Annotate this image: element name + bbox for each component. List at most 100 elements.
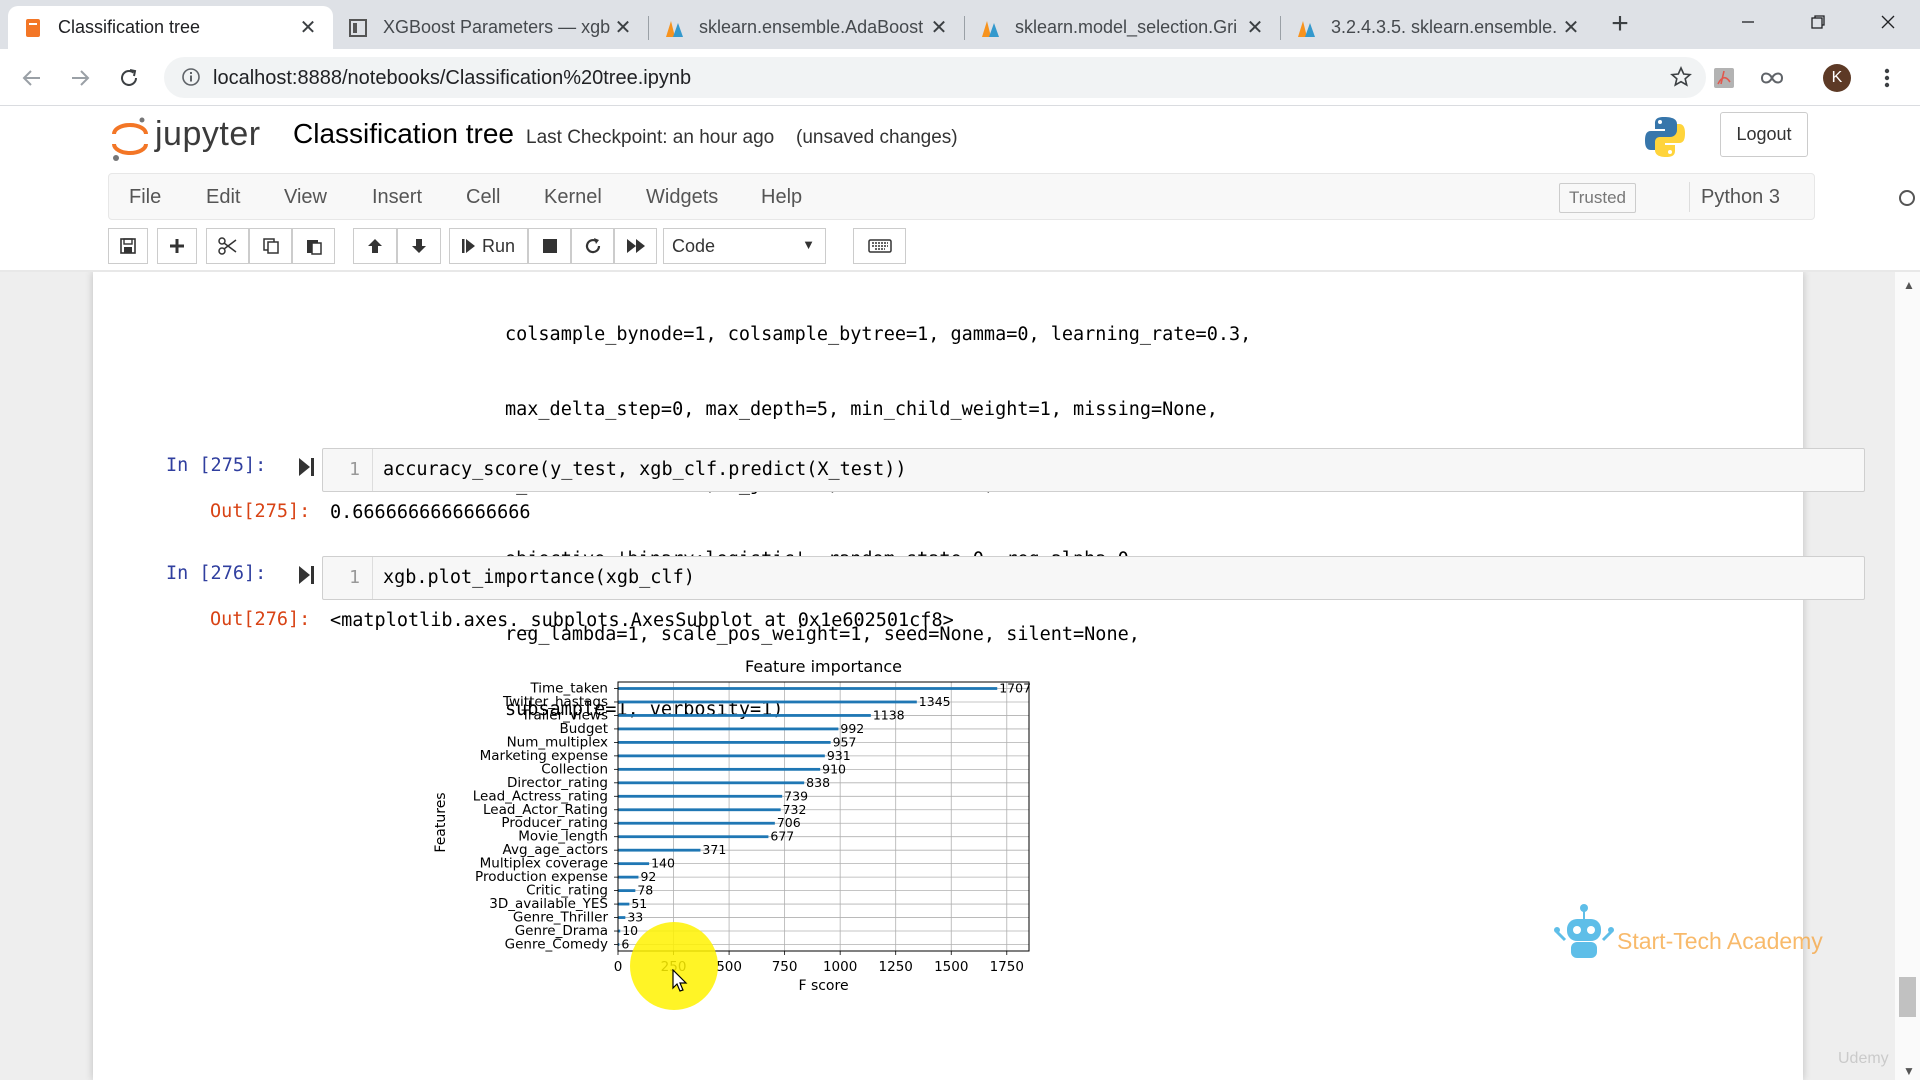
close-tab-icon[interactable]: ✕	[1244, 15, 1266, 40]
restart-run-all-button[interactable]	[614, 228, 657, 264]
menu-kernel[interactable]: Kernel	[544, 186, 602, 209]
bar-value-label: 1345	[919, 694, 951, 709]
profile-button[interactable]: K	[1820, 61, 1854, 95]
notebook-name[interactable]: Classification tree	[293, 118, 514, 150]
bar	[618, 700, 917, 704]
robot-logo-icon	[1554, 904, 1614, 958]
bar-value-label: 677	[770, 829, 794, 844]
output-line: max_delta_step=0, max_depth=5, min_child…	[505, 399, 1218, 420]
document-icon	[349, 18, 367, 37]
kernel-idle-icon	[1899, 190, 1915, 206]
bar	[618, 727, 839, 731]
insert-cell-button[interactable]	[157, 228, 197, 264]
close-tab-icon[interactable]: ✕	[612, 15, 634, 40]
cell-type-select[interactable]: Code ▼	[663, 228, 826, 264]
unsaved-indicator: (unsaved changes)	[796, 127, 958, 148]
extension-button[interactable]	[1755, 61, 1789, 95]
scroll-down-icon[interactable]: ▼	[1903, 1064, 1915, 1078]
axes-frame	[617, 681, 1030, 952]
save-icon	[120, 238, 136, 254]
restart-kernel-button[interactable]	[571, 228, 614, 264]
close-tab-icon[interactable]: ✕	[1560, 15, 1582, 40]
code-cell-input[interactable]: 1 xgb.plot_importance(xgb_clf)	[322, 556, 1865, 600]
run-button[interactable]: Run	[449, 228, 528, 264]
menu-widgets[interactable]: Widgets	[646, 186, 718, 209]
tab-sklearn-ensemble[interactable]: 3.2.4.3.5. sklearn.ensemble. ✕	[1281, 6, 1596, 49]
close-tab-icon[interactable]: ✕	[928, 15, 950, 40]
tab-sklearn-gridsearch[interactable]: sklearn.model_selection.Gri ✕	[965, 6, 1280, 49]
tab-xgboost-parameters[interactable]: XGBoost Parameters — xgb ✕	[333, 6, 648, 49]
back-arrow-icon	[22, 70, 40, 86]
notebook-site: colsample_bynode=1, colsample_bytree=1, …	[0, 272, 1920, 1080]
new-tab-button[interactable]: +	[1604, 8, 1636, 40]
bar	[618, 821, 775, 825]
menu-insert[interactable]: Insert	[372, 186, 422, 209]
back-button[interactable]	[15, 61, 49, 95]
x-tick-label: 1500	[934, 959, 968, 975]
run-cell-icon[interactable]	[298, 565, 316, 585]
page-scrollbar[interactable]: ▲ ▼	[1895, 272, 1920, 1080]
feature-importance-chart: 1707Time_taken1345Twitter_hastags1138Tra…	[433, 657, 1031, 994]
jupyter-header: jupyter Classification tree Last Checkpo…	[0, 106, 1920, 172]
run-cell-icon[interactable]	[298, 457, 316, 477]
paste-button[interactable]	[292, 228, 335, 264]
address-bar[interactable]: localhost:8888/notebooks/Classification%…	[164, 57, 1706, 98]
reload-icon	[121, 69, 137, 86]
bar	[618, 767, 821, 771]
line-number: 1	[323, 449, 373, 491]
close-icon	[1881, 15, 1895, 29]
menu-file[interactable]: File	[129, 186, 161, 209]
scissors-icon	[217, 237, 236, 255]
pdf-extension-button[interactable]	[1707, 61, 1741, 95]
move-up-button[interactable]	[353, 228, 397, 264]
url-text[interactable]: localhost:8888/notebooks/Classification%…	[213, 67, 691, 90]
minimize-icon	[1742, 21, 1754, 23]
cell-type-value: Code	[672, 236, 716, 256]
bar	[618, 740, 831, 744]
scroll-up-icon[interactable]: ▲	[1903, 278, 1915, 292]
notebook-menubar: File Edit View Insert Cell Kernel Widget…	[108, 173, 1915, 220]
x-tick-label: 500	[716, 959, 742, 975]
notebook-container: colsample_bynode=1, colsample_bytree=1, …	[93, 272, 1865, 1080]
output-line: colsample_bynode=1, colsample_bytree=1, …	[505, 324, 1252, 345]
menu-view[interactable]: View	[284, 186, 327, 209]
code-text[interactable]: accuracy_score(y_test, xgb_clf.predict(X…	[383, 449, 906, 491]
code-text[interactable]: xgb.plot_importance(xgb_clf)	[383, 557, 695, 599]
trusted-indicator[interactable]: Trusted	[1559, 183, 1636, 213]
minimize-button[interactable]	[1718, 0, 1778, 44]
paste-icon	[306, 240, 322, 255]
run-label: Run	[481, 235, 516, 256]
mouse-pointer-icon	[672, 969, 688, 992]
bar-value-label: 371	[702, 842, 726, 857]
move-down-button[interactable]	[397, 228, 441, 264]
bar	[618, 687, 998, 690]
close-tab-icon[interactable]: ✕	[297, 15, 319, 40]
tab-classification-tree[interactable]: Classification tree ✕	[8, 6, 333, 49]
x-tick-label: 750	[772, 959, 798, 975]
forward-button[interactable]	[63, 61, 97, 95]
close-window-button[interactable]	[1858, 0, 1918, 44]
cut-button[interactable]	[206, 228, 249, 264]
kernel-name[interactable]: Python 3	[1701, 186, 1780, 209]
restore-button[interactable]	[1788, 0, 1848, 44]
logout-button[interactable]: Logout	[1720, 112, 1808, 157]
menu-cell[interactable]: Cell	[466, 186, 500, 209]
scrollbar-thumb[interactable]	[1899, 977, 1916, 1017]
menu-edit[interactable]: Edit	[206, 186, 240, 209]
brand-watermark: Start-Tech Academy	[1617, 928, 1823, 954]
forward-arrow-icon	[72, 70, 90, 86]
command-palette-button[interactable]	[853, 228, 906, 264]
jupyter-wordmark[interactable]: jupyter	[155, 115, 261, 154]
tab-sklearn-adaboost[interactable]: sklearn.ensemble.AdaBoost ✕	[649, 6, 964, 49]
interrupt-button[interactable]	[528, 228, 571, 264]
star-icon[interactable]	[1670, 66, 1692, 88]
info-icon[interactable]	[181, 67, 201, 87]
browser-menu-button[interactable]	[1870, 61, 1904, 95]
reload-button[interactable]	[112, 61, 146, 95]
code-cell-input[interactable]: 1 accuracy_score(y_test, xgb_clf.predict…	[322, 448, 1865, 492]
x-axis-label: F score	[798, 978, 848, 994]
copy-button[interactable]	[249, 228, 292, 264]
x-tick-label: 1000	[823, 959, 857, 975]
menu-help[interactable]: Help	[761, 186, 802, 209]
save-button[interactable]	[108, 228, 148, 264]
